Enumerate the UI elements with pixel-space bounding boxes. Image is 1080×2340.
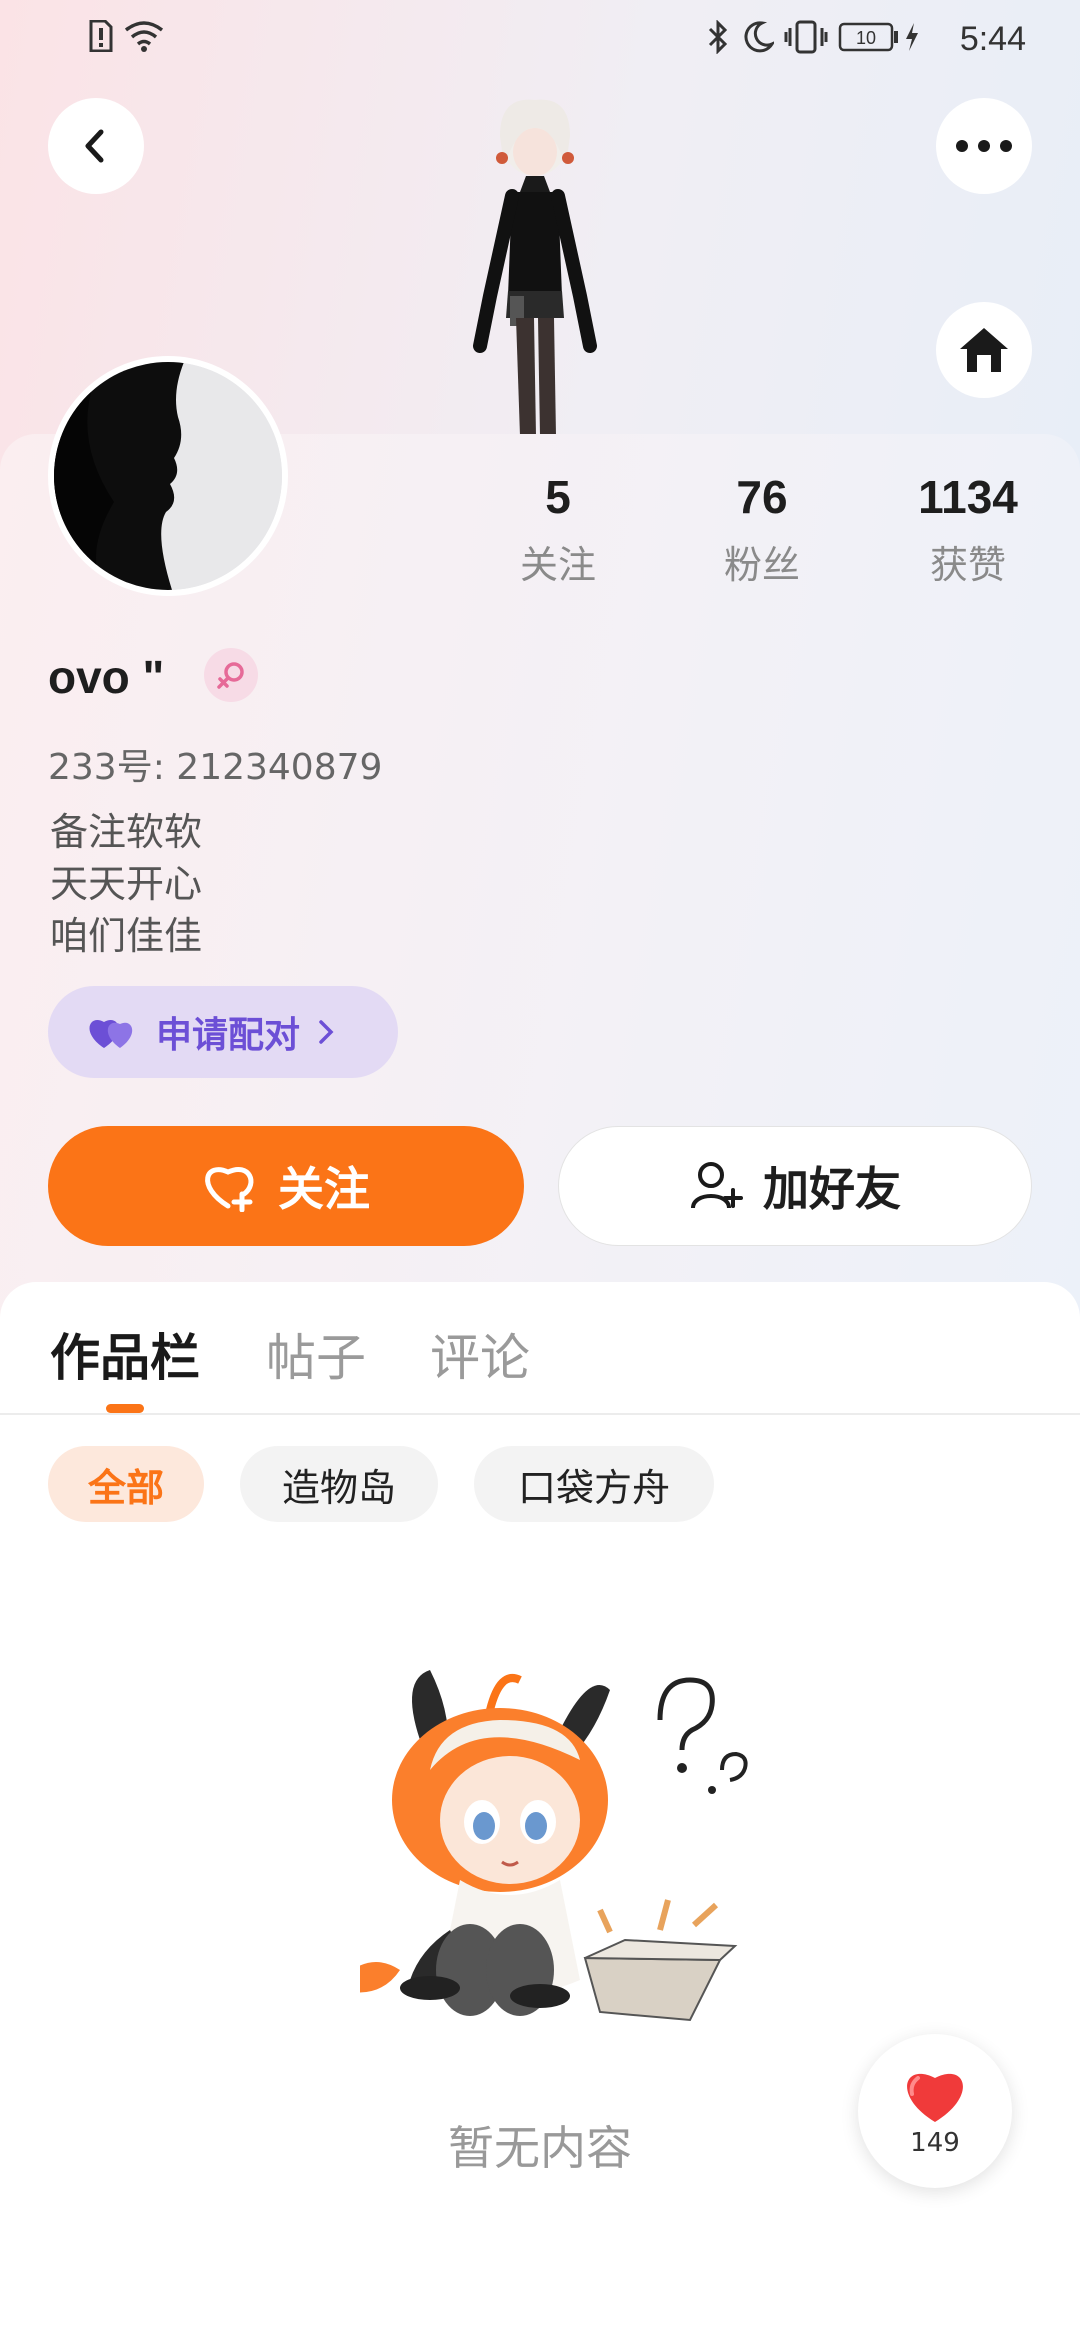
empty-state-illustration bbox=[360, 1670, 748, 2022]
profile-name: ovo " bbox=[48, 651, 165, 703]
tab-comments[interactable]: 评论 bbox=[430, 1318, 530, 1390]
add-friend-button[interactable]: 加好友 bbox=[558, 1126, 1032, 1246]
follow-button[interactable]: 关注 bbox=[48, 1126, 524, 1246]
user-id: 233号: 212340879 bbox=[48, 747, 383, 788]
stat-label: 获赞 bbox=[929, 543, 1006, 587]
chevron-left-icon bbox=[85, 129, 104, 163]
stat-likes[interactable]: 1134 获赞 bbox=[888, 470, 1048, 589]
female-gender-icon bbox=[204, 648, 258, 702]
sim-alert-icon bbox=[88, 19, 114, 60]
more-dots-icon bbox=[956, 140, 1012, 152]
hearts-icon bbox=[86, 1012, 138, 1052]
avatar-silhouette-image bbox=[54, 362, 282, 590]
bluetooth-icon bbox=[706, 19, 730, 62]
battery-level: 10 bbox=[856, 28, 876, 48]
pair-request-label: 申请配对 bbox=[156, 1015, 301, 1056]
home-icon bbox=[960, 328, 1008, 372]
follow-label: 关注 bbox=[278, 1162, 370, 1216]
add-friend-label: 加好友 bbox=[763, 1162, 901, 1216]
stat-value: 1134 bbox=[918, 471, 1018, 523]
avatar-figure-image bbox=[473, 99, 597, 436]
filter-zaowudao[interactable]: 造物岛 bbox=[240, 1446, 438, 1522]
add-user-icon bbox=[689, 1160, 743, 1212]
heart-plus-icon bbox=[202, 1160, 258, 1212]
moon-icon bbox=[742, 20, 776, 62]
status-bar: 10 5:44 bbox=[0, 0, 1080, 80]
tab-divider bbox=[0, 1413, 1080, 1415]
charging-icon bbox=[904, 22, 920, 60]
vibrate-icon bbox=[784, 20, 828, 62]
profile-bio: 备注软软 天天开心 咱们佳佳 bbox=[50, 810, 203, 958]
tab-works[interactable]: 作品栏 bbox=[50, 1318, 200, 1390]
heart-icon bbox=[907, 2073, 963, 2122]
stat-label: 粉丝 bbox=[723, 543, 800, 587]
stat-value: 5 bbox=[545, 471, 571, 523]
battery-icon: 10 bbox=[838, 22, 904, 60]
tab-posts[interactable]: 帖子 bbox=[266, 1318, 366, 1390]
home-button[interactable] bbox=[936, 302, 1032, 398]
tab-indicator bbox=[106, 1404, 144, 1413]
pair-request-button[interactable]: 申请配对 bbox=[48, 986, 398, 1078]
more-button[interactable] bbox=[936, 98, 1032, 194]
wifi-icon bbox=[124, 20, 164, 60]
filter-pocket-ark[interactable]: 口袋方舟 bbox=[474, 1446, 714, 1522]
stat-value: 76 bbox=[736, 471, 788, 523]
back-button[interactable] bbox=[48, 98, 144, 194]
stat-following[interactable]: 5 关注 bbox=[478, 470, 638, 589]
floating-like-button[interactable]: 149 bbox=[858, 2034, 1012, 2188]
filter-all[interactable]: 全部 bbox=[48, 1446, 204, 1522]
stat-label: 关注 bbox=[519, 543, 596, 587]
status-time: 5:44 bbox=[959, 20, 1026, 58]
chevron-right-icon bbox=[318, 1019, 334, 1045]
like-count: 149 bbox=[910, 2128, 960, 2158]
stat-followers[interactable]: 76 粉丝 bbox=[682, 470, 842, 589]
avatar[interactable] bbox=[48, 356, 288, 596]
